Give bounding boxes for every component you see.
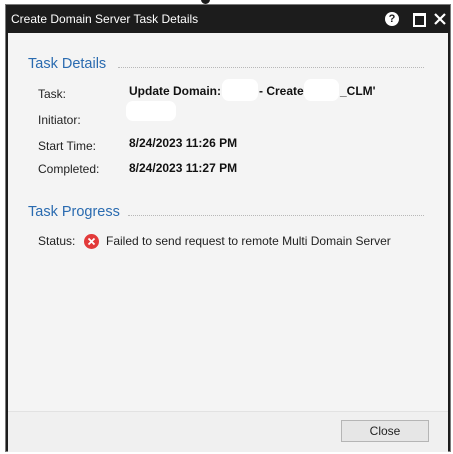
task-value-part1: Update Domain:	[129, 84, 222, 98]
status-label: Status:	[38, 234, 76, 248]
close-button[interactable]: Close	[341, 420, 429, 442]
section-divider	[128, 215, 424, 216]
completed-label: Completed:	[38, 162, 100, 176]
maximize-button[interactable]	[409, 9, 431, 29]
error-icon	[84, 234, 99, 249]
task-details-dialog: Create Domain Server Task Details ? Task…	[5, 4, 451, 452]
task-value-part2: - Create	[259, 84, 304, 98]
start-time-label: Start Time:	[38, 139, 97, 153]
initiator-label: Initiator:	[38, 113, 81, 127]
task-value-part3: _CLM'	[340, 84, 376, 98]
completed-value: 8/24/2023 11:27 PM	[129, 161, 238, 175]
close-icon	[434, 13, 446, 25]
redacted-name	[304, 79, 339, 101]
help-button[interactable]: ?	[382, 9, 404, 29]
redacted-domain	[222, 79, 258, 101]
help-icon: ?	[385, 12, 399, 26]
start-time-value: 8/24/2023 11:26 PM	[129, 136, 238, 150]
maximize-icon	[413, 13, 426, 27]
dialog-content: Task Details Task: Update Domain: - Crea…	[8, 33, 448, 411]
window-close-button[interactable]	[430, 9, 452, 29]
dialog-title: Create Domain Server Task Details	[11, 12, 199, 26]
task-label: Task:	[38, 87, 67, 101]
task-details-heading: Task Details	[28, 56, 107, 72]
section-divider	[118, 67, 424, 68]
redacted-initiator	[126, 101, 176, 121]
title-bar: Create Domain Server Task Details ?	[6, 5, 450, 33]
task-progress-heading: Task Progress	[28, 204, 120, 220]
dialog-footer: Close	[8, 411, 448, 452]
status-message: Failed to send request to remote Multi D…	[106, 234, 391, 248]
